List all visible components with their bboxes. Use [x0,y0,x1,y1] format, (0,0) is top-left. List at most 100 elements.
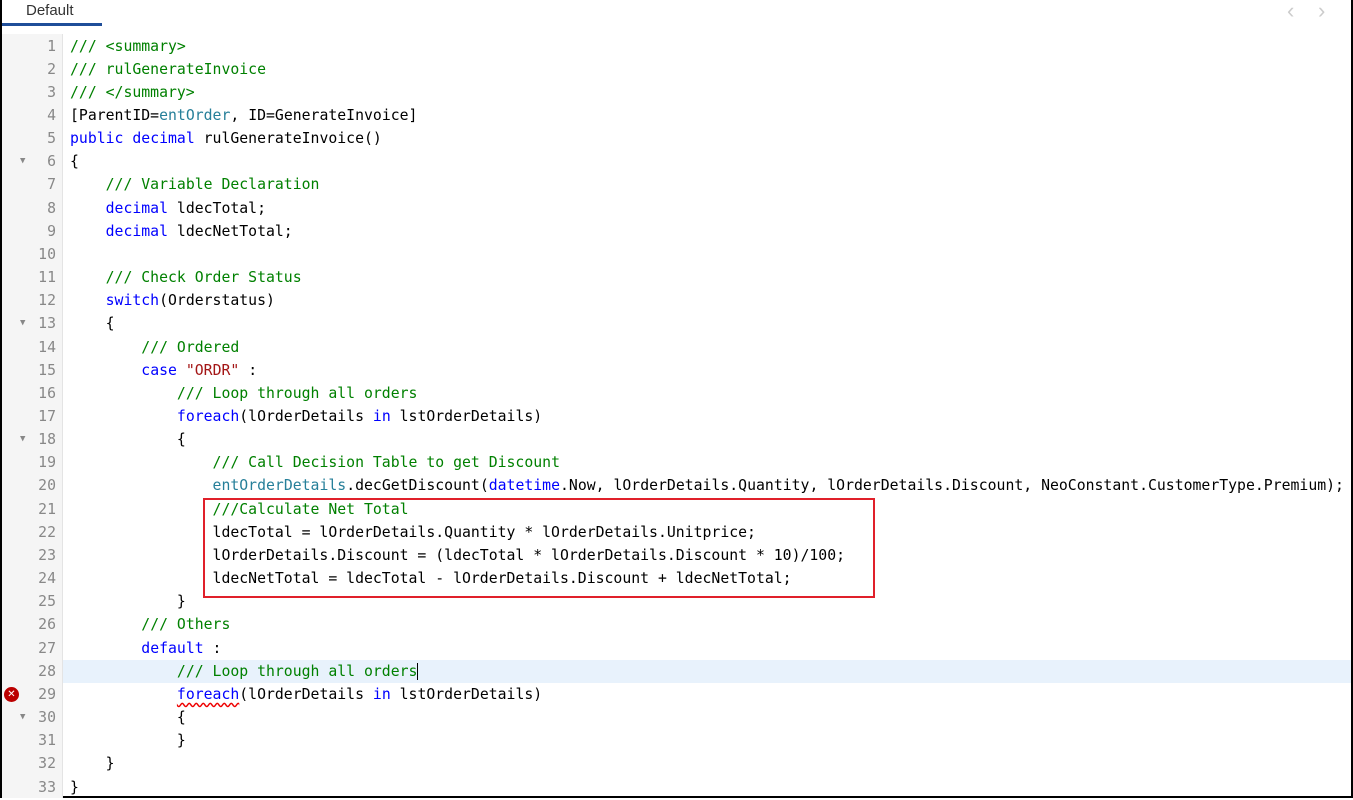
code-text[interactable]: ldecNetTotal = ldecTotal - lOrderDetails… [63,567,1351,590]
code-line[interactable]: ✕ 29 foreach(lOrderDetails in lstOrderDet… [0,683,1351,706]
line-number: 10 [38,245,56,263]
code-text[interactable]: { [63,428,1351,451]
code-line[interactable]: 33} [0,776,1351,799]
code-text[interactable]: ldecTotal = lOrderDetails.Quantity * lOr… [63,521,1351,544]
code-line[interactable]: 22 ldecTotal = lOrderDetails.Quantity * … [0,521,1351,544]
code-text[interactable]: } [63,729,1351,752]
code-line[interactable]: 17 foreach(lOrderDetails in lstOrderDeta… [0,405,1351,428]
code-text[interactable]: } [63,776,1351,799]
code-text[interactable]: } [63,590,1351,613]
code-line[interactable]: 8 decimal ldecTotal; [0,197,1351,220]
code-token: /// Others [141,616,231,634]
code-token: : [239,361,258,379]
code-text[interactable]: entOrderDetails.decGetDiscount(datetime.… [63,474,1351,497]
code-token: .Now, lOrderDetails.Quantity, lOrderDeta… [560,477,1344,495]
code-text[interactable]: } [63,752,1351,775]
code-token: decimal [132,130,195,148]
code-text[interactable]: { [63,706,1351,729]
code-line[interactable]: 28 /// Loop through all orders [0,659,1351,683]
code-text[interactable]: lOrderDetails.Discount = (ldecTotal * lO… [63,544,1351,567]
code-line[interactable]: ▼ 13 { [0,312,1351,335]
code-text[interactable]: /// Ordered [63,336,1351,359]
code-line[interactable]: 31 } [0,729,1351,752]
code-text[interactable]: decimal ldecNetTotal; [63,220,1351,243]
code-text[interactable]: decimal ldecTotal; [63,197,1351,220]
code-text[interactable]: { [63,312,1351,335]
code-line[interactable]: 10 [0,243,1351,266]
code-line[interactable]: 5 public decimal rulGenerateInvoice() [0,127,1351,150]
line-number: 23 [38,546,56,564]
code-token: foreach [176,685,240,703]
line-number: 7 [47,176,56,194]
code-line[interactable]: 32 } [0,752,1351,775]
code-token: lstOrderDetails) [390,408,543,425]
code-line[interactable]: 26 /// Others [0,613,1351,636]
code-text[interactable]: /// Check Order Status [63,266,1351,289]
code-text[interactable]: /// Loop through all orders [63,659,1351,683]
code-text[interactable]: { [63,150,1351,173]
line-number: 27 [38,639,56,657]
code-line[interactable]: ▼ 6{ [0,150,1351,173]
line-number: 22 [38,523,56,541]
line-number: 19 [38,454,56,472]
code-line[interactable]: 16 /// Loop through all orders [0,382,1351,405]
code-line[interactable]: 2 /// rulGenerateInvoice [0,58,1351,81]
code-line[interactable]: 15 case "ORDR" : [0,359,1351,382]
code-text[interactable]: case "ORDR" : [63,359,1351,382]
line-number: 25 [38,593,56,611]
code-line[interactable]: 3 /// </summary> [0,81,1351,104]
line-number: 13 [38,315,56,333]
code-line[interactable]: 4 [ParentID=entOrder, ID=GenerateInvoice] [0,104,1351,127]
code-line[interactable]: 21 ///Calculate Net Total [0,498,1351,521]
line-number: 28 [38,662,56,680]
code-line[interactable]: 19 /// Call Decision Table to get Discou… [0,451,1351,474]
code-line[interactable]: 9 decimal ldecNetTotal; [0,220,1351,243]
code-text[interactable]: /// Loop through all orders [63,382,1351,405]
code-line[interactable]: 7 /// Variable Declaration [0,173,1351,196]
code-text[interactable]: /// rulGenerateInvoice [63,58,1351,81]
code-text[interactable]: /// <summary> [63,35,1351,58]
code-text[interactable]: /// Variable Declaration [63,173,1351,196]
code-text[interactable]: foreach(lOrderDetails in lstOrderDetails… [63,405,1351,428]
line-number: 20 [38,477,56,495]
code-line[interactable]: 12 switch(Orderstatus) [0,289,1351,312]
line-number: 24 [38,570,56,588]
text-cursor [417,663,419,681]
code-text[interactable]: /// Call Decision Table to get Discount [63,451,1351,474]
code-line[interactable]: 14 /// Ordered [0,336,1351,359]
code-text[interactable]: switch(Orderstatus) [63,289,1351,312]
code-text[interactable]: /// Others [63,613,1351,636]
code-editor[interactable]: 1 /// <summary> 2 /// rulGenerateInvoice 3 //… [0,35,1351,799]
code-text[interactable]: ///Calculate Net Total [63,498,1351,521]
line-number: 6 [47,153,56,171]
code-token: : [203,639,222,657]
code-text[interactable]: [ParentID=entOrder, ID=GenerateInvoice] [63,104,1351,127]
code-text[interactable]: public decimal rulGenerateInvoice() [63,127,1351,150]
code-line[interactable]: 11 /// Check Order Status [0,266,1351,289]
code-token: } [70,732,186,750]
chevron-right-icon[interactable]: › [1318,0,1325,22]
code-token: rulGenerateInvoice() [194,130,382,148]
code-line[interactable]: 27 default : [0,637,1351,660]
code-line[interactable]: 1 /// <summary> [0,35,1351,58]
code-token: (lOrderDetails [239,685,373,703]
code-line[interactable]: ▼ 18 { [0,428,1351,451]
code-text[interactable]: default : [63,637,1351,660]
code-line[interactable]: 23 lOrderDetails.Discount = (ldecTotal *… [0,544,1351,567]
code-token: "ORDR" [185,361,240,379]
code-line[interactable]: 20 entOrderDetails.decGetDiscount(dateti… [0,474,1351,497]
line-number: 30 [38,709,56,727]
tab-default[interactable]: Default [2,0,102,26]
code-text[interactable]: /// </summary> [63,81,1351,104]
code-line[interactable]: ▼ 30 { [0,706,1351,729]
chevron-left-icon[interactable]: ‹ [1287,0,1294,22]
code-text[interactable]: foreach(lOrderDetails in lstOrderDetails… [63,683,1351,706]
code-line[interactable]: 24 ldecNetTotal = ldecTotal - lOrderDeta… [0,567,1351,590]
code-line[interactable]: 25 } [0,590,1351,613]
line-number: 15 [38,361,56,379]
